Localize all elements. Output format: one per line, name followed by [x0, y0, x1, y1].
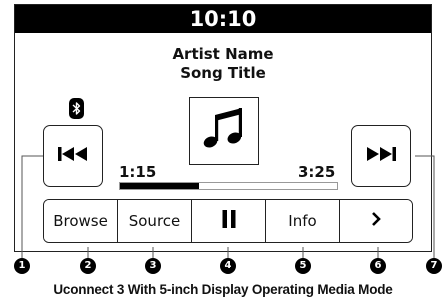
more-button[interactable]	[340, 200, 412, 242]
callout-6: 6	[370, 258, 386, 274]
skip-forward-icon	[365, 146, 397, 167]
previous-track-button[interactable]	[43, 125, 103, 187]
callout-2: 2	[80, 258, 96, 274]
media-screen: 10:10 Artist Name Song Title 1:15 3:25 B…	[14, 4, 432, 252]
info-button[interactable]: Info	[266, 200, 340, 242]
total-time: 3:25	[298, 163, 336, 181]
pause-icon	[221, 209, 237, 233]
artist-name: Artist Name	[172, 45, 274, 63]
elapsed-time: 1:15	[119, 163, 157, 181]
status-bar: 10:10	[15, 5, 431, 33]
pause-button[interactable]	[192, 200, 266, 242]
browse-button[interactable]: Browse	[44, 200, 118, 242]
callout-5: 5	[295, 258, 311, 274]
next-track-button[interactable]	[351, 125, 411, 187]
callout-3: 3	[145, 258, 161, 274]
source-button[interactable]: Source	[118, 200, 192, 242]
chevron-right-icon	[371, 211, 381, 231]
bluetooth-icon	[69, 98, 84, 119]
media-button-bar: Browse Source Info	[43, 199, 413, 243]
callout-7: 7	[426, 258, 442, 274]
music-note-icon	[198, 103, 250, 160]
callout-4: 4	[220, 258, 236, 274]
clock: 10:10	[189, 7, 257, 31]
song-title: Song Title	[180, 64, 266, 82]
progress-fill	[120, 183, 200, 189]
callout-1: 1	[14, 258, 30, 274]
progress-bar[interactable]	[119, 182, 338, 190]
skip-back-icon	[57, 146, 89, 167]
figure-caption: Uconnect 3 With 5-inch Display Operating…	[53, 282, 393, 297]
album-art	[189, 97, 259, 165]
